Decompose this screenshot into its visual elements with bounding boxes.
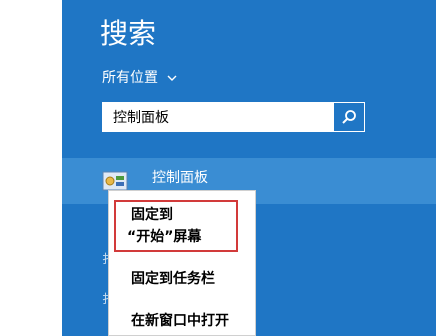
menu-item-pin-to-taskbar[interactable]: 固定到任务栏 [109,267,257,291]
scope-dropdown[interactable]: 所有位置 [102,68,178,88]
context-menu: 固定到 “开始”屏幕 固定到任务栏 在新窗口中打开 [108,190,256,336]
menu-item-pin-to-start-line1: 固定到 [131,207,173,223]
menu-item-pin-to-taskbar-label: 固定到任务栏 [131,271,215,287]
background-window [0,0,62,336]
menu-item-pin-to-start-line2: “开始”屏幕 [127,229,202,245]
search-result-label: 控制面板 [152,170,208,186]
control-panel-icon [102,171,128,191]
scope-label: 所有位置 [102,70,158,86]
pane-title: 搜索 [100,17,157,50]
menu-item-pin-to-start[interactable]: 固定到 “开始”屏幕 [109,203,257,249]
search-button[interactable] [334,103,364,131]
search-box [102,102,365,132]
menu-item-open-new-window-label: 在新窗口中打开 [131,313,229,329]
search-icon [342,110,356,124]
search-input[interactable] [103,103,335,131]
menu-item-open-new-window[interactable]: 在新窗口中打开 [109,309,257,333]
chevron-down-icon [167,75,177,81]
